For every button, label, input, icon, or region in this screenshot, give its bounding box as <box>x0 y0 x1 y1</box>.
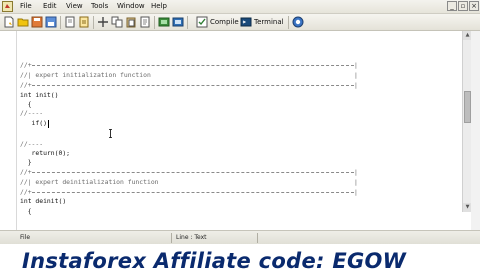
terminal-icon[interactable] <box>240 16 252 28</box>
status-separator <box>171 233 172 243</box>
affiliate-code-text: Instaforex Affiliate code: EGOW <box>22 249 407 270</box>
toolbar-separator <box>60 16 61 29</box>
code-line[interactable]: //---- <box>20 140 43 148</box>
code-line[interactable]: //| expert initialization function <box>20 71 151 79</box>
comment-rule-end: | <box>354 71 358 79</box>
new-file-icon[interactable] <box>3 16 15 28</box>
toolbar-separator <box>288 16 289 29</box>
comment-rule-end: | <box>354 61 358 69</box>
code-line[interactable]: int deinit() <box>20 197 66 205</box>
comment-rule <box>32 172 354 173</box>
code-line[interactable]: return(0); <box>20 149 71 157</box>
right-panel-edge <box>471 31 480 230</box>
code-line[interactable]: //+ <box>20 81 32 89</box>
terminal-button[interactable]: Terminal <box>254 18 284 26</box>
print-icon[interactable] <box>78 16 90 28</box>
app-icon <box>2 1 13 12</box>
compile-icon[interactable] <box>196 16 208 28</box>
compile-button[interactable]: Compile <box>210 18 239 26</box>
comment-rule-end: | <box>354 168 358 176</box>
menu-tools[interactable]: Tools <box>91 2 108 10</box>
ibeam-cursor-icon <box>109 129 112 138</box>
toolbar-separator <box>93 16 94 29</box>
comment-rule <box>32 85 354 86</box>
toolbox-icon[interactable] <box>172 16 184 28</box>
document-icon[interactable] <box>64 16 76 28</box>
code-line[interactable]: { <box>20 100 32 108</box>
save-all-icon[interactable] <box>45 16 57 28</box>
scrollbar-thumb[interactable] <box>464 91 471 123</box>
code-line[interactable]: //---- <box>20 109 43 117</box>
minimize-button[interactable]: _ <box>447 1 457 11</box>
code-editor[interactable]: //+ | //| expert initialization function… <box>0 31 480 230</box>
menu-bar: File Edit View Tools Window Help _ ▫ × <box>0 0 480 14</box>
text-caret <box>48 120 49 128</box>
status-separator <box>257 233 258 243</box>
cut-icon[interactable] <box>97 16 109 28</box>
paste-icon[interactable] <box>125 16 137 28</box>
editor-gutter-border <box>16 31 461 230</box>
status-line-text: Line : Text <box>176 234 207 241</box>
code-line[interactable]: int init() <box>20 91 58 99</box>
menu-view[interactable]: View <box>66 2 83 10</box>
toolbar: Compile Terminal <box>0 14 480 31</box>
comment-rule-end: | <box>354 81 358 89</box>
comment-rule <box>32 192 354 193</box>
toolbar-separator <box>154 16 155 29</box>
navigator-icon[interactable] <box>158 16 170 28</box>
editor-window: File Edit View Tools Window Help _ ▫ × C… <box>0 0 480 270</box>
copy-icon[interactable] <box>111 16 123 28</box>
affiliate-banner: Instaforex Affiliate code: EGOW <box>0 244 480 270</box>
toolbar-separator <box>187 16 188 29</box>
menu-edit[interactable]: Edit <box>43 2 57 10</box>
code-line[interactable]: { <box>20 207 32 215</box>
menu-file[interactable]: File <box>20 2 32 10</box>
status-file: File <box>20 234 31 241</box>
code-line[interactable]: //| expert deinitialization function <box>20 178 159 186</box>
undo-icon[interactable] <box>139 16 151 28</box>
comment-rule-end: | <box>354 188 358 196</box>
open-folder-icon[interactable] <box>17 16 29 28</box>
comment-rule <box>32 65 354 66</box>
code-line[interactable]: } <box>20 158 32 166</box>
status-bar: File Line : Text <box>0 230 480 244</box>
comment-rule-end: | <box>354 178 358 186</box>
menu-window[interactable]: Window <box>117 2 145 10</box>
code-line[interactable]: if() <box>20 119 47 127</box>
code-line[interactable]: //+ <box>20 168 32 176</box>
close-button[interactable]: × <box>469 1 479 11</box>
vertical-scrollbar[interactable]: ▲ ▼ <box>462 31 472 212</box>
code-line[interactable]: //+ <box>20 188 32 196</box>
save-icon[interactable] <box>31 16 43 28</box>
restore-button[interactable]: ▫ <box>458 1 468 11</box>
menu-help[interactable]: Help <box>151 2 167 10</box>
code-line[interactable]: //+ <box>20 61 32 69</box>
help-icon[interactable] <box>292 16 304 28</box>
